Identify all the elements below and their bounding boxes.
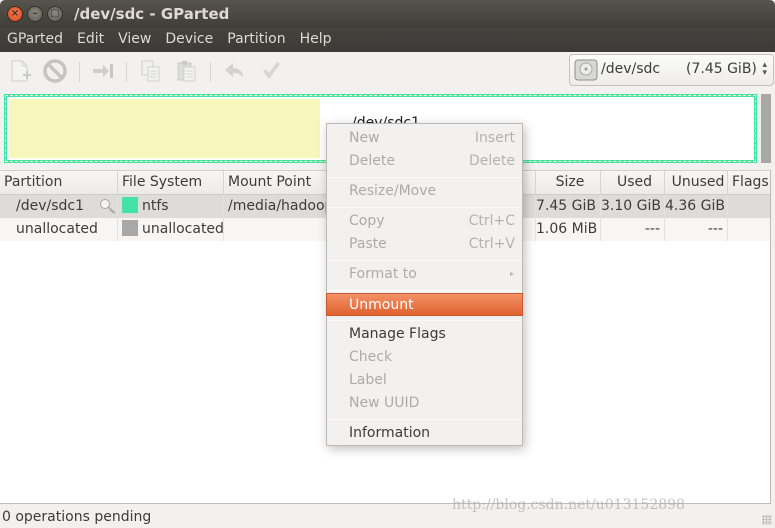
menu-item-resize-move[interactable]: Resize/Move <box>327 180 522 203</box>
close-window-button[interactable]: × <box>7 6 23 22</box>
toolbar-separator <box>126 62 127 82</box>
menu-partition[interactable]: Partition <box>220 28 292 52</box>
cell-size: 7.45 GiB <box>536 195 601 218</box>
submenu-arrow-icon: ▸ <box>509 269 514 278</box>
menu-bar: GParted Edit View Device Partition Help <box>0 28 775 52</box>
watermark-text: http://blog.csdn.net/u013152898 <box>452 497 685 513</box>
partition-context-menu: New Insert Delete Delete Resize/Move Copy C… <box>326 123 523 446</box>
maximize-window-button[interactable]: □ <box>47 6 63 22</box>
cell-size: 1.06 MiB <box>536 218 601 241</box>
operations-pending-text: 0 operations pending <box>2 509 152 525</box>
filesystem-name: ntfs <box>142 198 169 214</box>
toolbar-separator <box>210 62 211 82</box>
device-name: /dev/sdc <box>601 61 661 77</box>
menu-gparted[interactable]: GParted <box>0 28 70 52</box>
menu-item-unmount[interactable]: Unmount <box>326 293 523 316</box>
col-filesystem[interactable]: File System <box>118 171 224 195</box>
new-partition-button[interactable] <box>7 58 33 84</box>
menu-item-paste[interactable]: Paste Ctrl+V <box>327 233 522 256</box>
menu-item-new-uuid[interactable]: New UUID <box>327 392 522 415</box>
undo-icon <box>225 63 243 78</box>
menu-item-delete[interactable]: Delete Delete <box>327 150 522 173</box>
apply-button[interactable] <box>258 58 284 84</box>
key-icon <box>100 199 116 214</box>
no-entry-icon <box>43 59 67 83</box>
cell-filesystem: unallocated <box>118 218 224 241</box>
hard-disk-icon <box>574 59 598 81</box>
minimize-window-button[interactable]: – <box>27 6 43 22</box>
filesystem-name: unallocated <box>142 221 224 237</box>
menu-item-information[interactable]: Information <box>327 422 522 445</box>
cell-flags <box>728 218 770 241</box>
menu-item-format-to[interactable]: Format to ▸ <box>327 263 522 286</box>
device-selector[interactable]: /dev/sdc (7.45 GiB) ▴ ▾ <box>569 54 774 86</box>
maximize-icon: □ <box>50 8 60 19</box>
cell-used: 3.10 GiB <box>601 195 665 218</box>
resize-move-button[interactable] <box>90 58 116 84</box>
toolbar-separator <box>79 62 80 82</box>
paste-button[interactable] <box>174 58 200 84</box>
cell-filesystem: ntfs <box>118 195 224 218</box>
minimize-icon: – <box>32 8 38 19</box>
menu-help[interactable]: Help <box>293 28 339 52</box>
new-document-icon <box>11 60 31 82</box>
col-partition[interactable]: Partition <box>0 171 118 195</box>
col-mount-point[interactable]: Mount Point <box>224 171 332 195</box>
menu-separator <box>328 290 521 291</box>
menu-item-manage-flags[interactable]: Manage Flags <box>327 323 522 346</box>
cell-mount-point <box>224 218 332 241</box>
filesystem-color-swatch <box>122 197 138 213</box>
menu-separator <box>328 260 521 261</box>
delete-partition-button[interactable] <box>42 58 68 84</box>
cell-used: --- <box>601 218 665 241</box>
menu-item-copy[interactable]: Copy Ctrl+C <box>327 210 522 233</box>
close-icon: × <box>10 8 20 19</box>
col-size[interactable]: Size <box>536 171 601 195</box>
menu-item-new[interactable]: New Insert <box>327 127 522 150</box>
partition-visual-unallocated[interactable] <box>761 94 771 163</box>
paste-icon <box>177 61 196 82</box>
col-used[interactable]: Used <box>601 171 665 195</box>
menu-device[interactable]: Device <box>158 28 220 52</box>
menu-separator <box>328 320 521 321</box>
arrow-right-bar-icon <box>93 64 113 78</box>
menu-separator <box>328 207 521 208</box>
combo-arrows-icon: ▴ ▾ <box>762 60 767 78</box>
cell-flags <box>728 195 770 218</box>
status-bar: 0 operations pending http://blog.csdn.ne… <box>0 497 775 528</box>
undo-button[interactable] <box>222 58 248 84</box>
cell-unused: --- <box>665 218 728 241</box>
cell-unused: 4.36 GiB <box>665 195 728 218</box>
menu-view[interactable]: View <box>111 28 158 52</box>
cell-partition: unallocated <box>0 218 118 241</box>
menu-item-check[interactable]: Check <box>327 346 522 369</box>
menu-edit[interactable]: Edit <box>70 28 111 52</box>
copy-icon <box>141 60 160 82</box>
device-size: (7.45 GiB) <box>686 61 757 77</box>
col-flags[interactable]: Flags <box>728 171 770 195</box>
checkmark-icon <box>263 62 280 79</box>
title-bar: × – □ /dev/sdc - GParted <box>0 0 775 28</box>
window-title: /dev/sdc - GParted <box>74 5 230 23</box>
resize-grip[interactable] <box>762 515 772 525</box>
copy-button[interactable] <box>138 58 164 84</box>
menu-item-label[interactable]: Label <box>327 369 522 392</box>
cell-mount-point: /media/hadoop <box>224 195 332 218</box>
menu-separator <box>328 419 521 420</box>
filesystem-color-swatch <box>122 220 138 236</box>
col-unused[interactable]: Unused <box>665 171 728 195</box>
menu-separator <box>328 177 521 178</box>
